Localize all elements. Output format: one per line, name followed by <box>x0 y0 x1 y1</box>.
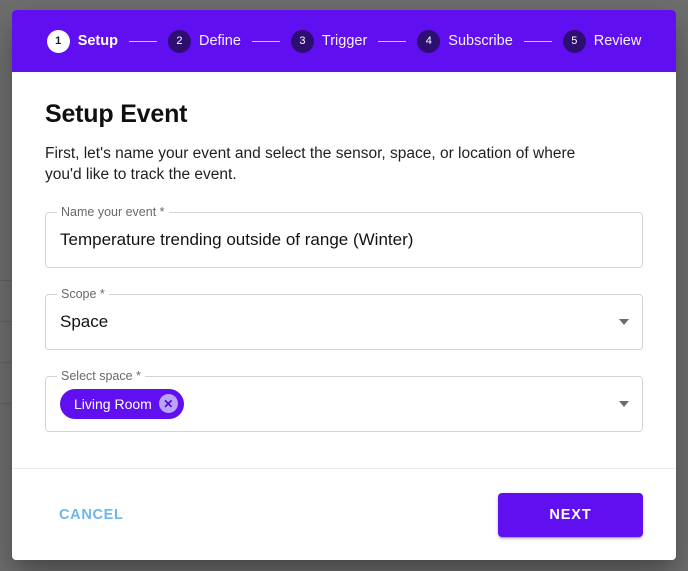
step-number-badge: 5 <box>562 29 586 53</box>
step-number-badge: 1 <box>46 29 70 53</box>
event-name-label: Name your event * <box>57 204 169 219</box>
step-connector <box>128 40 157 42</box>
step-connector <box>378 40 407 42</box>
chevron-down-icon[interactable] <box>619 400 629 407</box>
space-chip[interactable]: Living Room ✕ <box>60 388 184 419</box>
step-define[interactable]: 2 Define <box>167 29 241 53</box>
event-name-input[interactable]: Temperature trending outside of range (W… <box>60 230 413 250</box>
scope-label: Scope * <box>57 286 109 301</box>
scope-select[interactable]: Scope * Space <box>45 286 643 350</box>
dialog-body: Setup Event First, let's name your event… <box>12 72 676 468</box>
step-label: Subscribe <box>448 33 513 49</box>
step-connector <box>523 40 552 42</box>
step-label: Define <box>198 33 241 49</box>
space-select[interactable]: Select space * Living Room ✕ <box>45 368 643 432</box>
close-icon[interactable]: ✕ <box>158 394 178 414</box>
next-button[interactable]: NEXT <box>498 492 643 537</box>
wizard-stepper: 1 Setup 2 Define 3 Trigger 4 Subscribe 5… <box>12 10 676 72</box>
step-label: Setup <box>77 33 118 49</box>
chevron-down-icon[interactable] <box>619 318 629 325</box>
page-title: Setup Event <box>45 100 188 128</box>
step-subscribe[interactable]: 4 Subscribe <box>417 29 513 53</box>
step-trigger[interactable]: 3 Trigger <box>290 29 368 53</box>
setup-event-dialog: 1 Setup 2 Define 3 Trigger 4 Subscribe 5… <box>12 10 676 560</box>
step-review[interactable]: 5 Review <box>562 29 642 53</box>
step-number-badge: 2 <box>167 29 191 53</box>
step-number-badge: 4 <box>417 29 441 53</box>
step-number-badge: 3 <box>290 29 314 53</box>
step-label: Trigger <box>321 33 368 49</box>
step-setup[interactable]: 1 Setup <box>46 29 118 53</box>
cancel-button[interactable]: CANCEL <box>45 497 138 533</box>
step-connector <box>251 40 280 42</box>
scope-value: Space <box>60 311 109 331</box>
dialog-footer: CANCEL NEXT <box>12 468 676 560</box>
space-label: Select space * <box>57 368 145 383</box>
event-name-field[interactable]: Name your event * Temperature trending o… <box>45 204 643 268</box>
space-chip-label: Living Room <box>74 395 152 412</box>
step-label: Review <box>593 33 642 49</box>
page-description: First, let's name your event and select … <box>45 145 576 184</box>
